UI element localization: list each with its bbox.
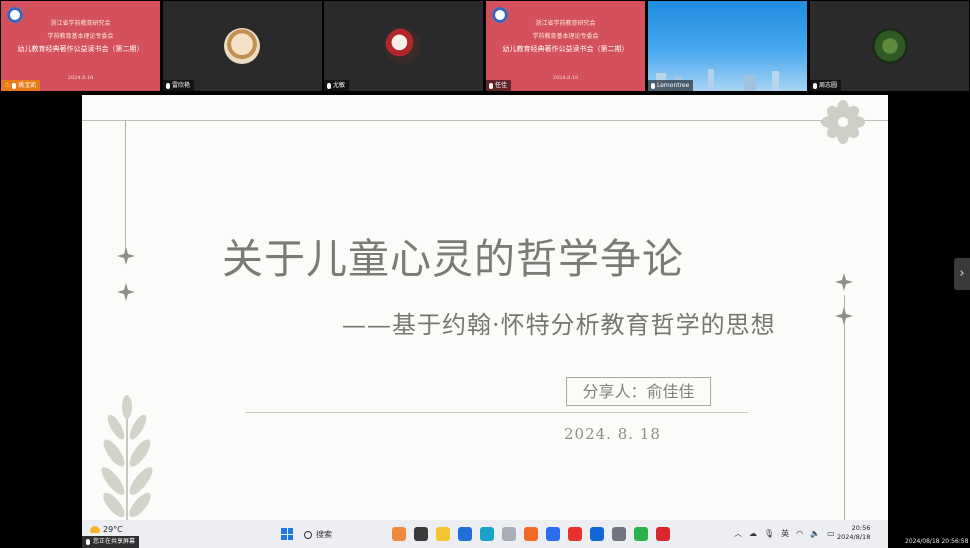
meeting-icon[interactable] <box>546 527 560 541</box>
participant-tile-3[interactable]: 尤敏 <box>324 1 483 91</box>
participant-name: Lemontree <box>657 82 690 89</box>
banner-org-line2: 学前教育基本理论专委会 <box>47 33 114 40</box>
firefox-icon[interactable] <box>524 527 538 541</box>
participant-namebar: Lemontree <box>648 80 694 91</box>
store-icon[interactable] <box>458 527 472 541</box>
participant-strip: 浙江省学前教育研究会 学前教育基本理论专委会 幼儿教育经典著作公益读书会（第二期… <box>0 0 970 92</box>
battery-icon[interactable]: ▭ <box>827 529 835 538</box>
clock-time: 20:56 <box>851 524 871 532</box>
cloud-icon[interactable]: ☁ <box>749 529 757 538</box>
participant-name: 任佳 <box>495 82 508 89</box>
ime-indicator[interactable]: 英 <box>781 528 789 539</box>
wifi-icon[interactable]: ◠ <box>796 529 803 538</box>
banner-org-line1: 浙江省学前教育研究会 <box>535 20 596 27</box>
sparkle-icon <box>835 307 853 325</box>
participant-tile-5[interactable]: Lemontree <box>648 1 807 91</box>
mic-icon <box>813 82 817 89</box>
mic-icon <box>12 82 17 89</box>
slide-rule-top <box>82 120 888 121</box>
banner-meeting-title: 幼儿教育经典著作公益读书会（第二期） <box>502 45 629 53</box>
slide-subtitle: ——基于约翰·怀特分析教育哲学的思想 <box>342 311 776 339</box>
flower-decoration-icon <box>821 100 865 144</box>
screen-share-indicator[interactable]: 您正在共享屏幕 <box>82 536 140 548</box>
weather-widget[interactable]: 29°C <box>90 523 150 535</box>
widgets-icon[interactable] <box>392 527 406 541</box>
clock-date: 2024/8/18 <box>837 533 871 541</box>
wps-office-icon[interactable] <box>656 527 670 541</box>
avatar <box>872 28 908 64</box>
volume-icon[interactable]: 🔈 <box>810 529 820 538</box>
gear-icon[interactable] <box>612 527 626 541</box>
participant-namebar: 雷欣艳 <box>163 80 195 91</box>
recording-timestamp: 2024/08/18 20:56:58 <box>905 538 969 545</box>
settings-icon[interactable] <box>502 527 516 541</box>
slide-rule-right <box>844 295 845 520</box>
slide-rule-middle <box>246 412 748 413</box>
mic-icon <box>327 82 331 89</box>
chevron-up-icon[interactable]: ︿ <box>734 528 742 539</box>
photos-icon[interactable] <box>590 527 604 541</box>
participant-namebar: 尤敏 <box>324 80 350 91</box>
participant-namebar: 周志圆 <box>810 80 842 91</box>
participant-tile-6[interactable]: 周志圆 <box>810 1 969 91</box>
participant-name: 姚宝凯 <box>18 82 37 89</box>
taskbar-clock[interactable]: 20:56 2024/8/18 <box>837 524 870 542</box>
banner-org-line2: 学前教育基本理论专委会 <box>532 33 599 40</box>
participant-namebar: 任佳 <box>486 80 512 91</box>
mic-icon <box>86 539 90 545</box>
participant-tile-4[interactable]: 浙江省学前教育研究会 学前教育基本理论专委会 幼儿教育经典著作公益读书会（第二期… <box>486 1 645 91</box>
taskbar-apps <box>392 527 670 541</box>
mic-tray-icon[interactable]: 🎙 <box>764 529 774 538</box>
leaf-branch-decoration-icon <box>101 395 153 520</box>
search-icon <box>304 530 312 539</box>
wps-icon[interactable] <box>568 527 582 541</box>
screen-share-label: 您正在共享屏幕 <box>93 538 136 545</box>
presenter-box: 分享人：俞佳佳 <box>566 377 711 406</box>
participant-tile-2[interactable]: 雷欣艳 <box>163 1 322 91</box>
avatar <box>224 28 260 64</box>
participant-name: 尤敏 <box>333 82 346 89</box>
mic-icon <box>489 82 493 89</box>
banner-org-line1: 浙江省学前教育研究会 <box>50 20 111 27</box>
mic-icon <box>651 82 655 89</box>
shared-slide: 关于儿童心灵的哲学争论 ——基于约翰·怀特分析教育哲学的思想 分享人：俞佳佳 2… <box>82 95 888 520</box>
participant-name: 雷欣艳 <box>172 82 191 89</box>
warning-icon: ⚠ <box>4 81 11 89</box>
system-tray: ︿ ☁ 🎙 英 ◠ 🔈 ▭ <box>734 528 835 539</box>
file-explorer-icon[interactable] <box>436 527 450 541</box>
slide-title: 关于儿童心灵的哲学争论 <box>222 235 684 283</box>
search-label: 搜索 <box>316 530 332 539</box>
wechat-icon[interactable] <box>634 527 648 541</box>
participant-tile-1[interactable]: 浙江省学前教育研究会 学前教育基本理论专委会 幼儿教育经典著作公益读书会（第二期… <box>1 1 160 91</box>
slide-date: 2024. 8. 18 <box>564 425 661 443</box>
taskbar: 29°C 您正在共享屏幕 搜索 ︿ ☁ 🎙 英 ◠ 🔈 ▭ 20:56 2024… <box>82 520 888 548</box>
taskbar-search[interactable]: 搜索 <box>304 529 332 540</box>
participant-name: 周志圆 <box>819 82 838 89</box>
temperature-label: 29°C <box>103 524 123 534</box>
task-view-icon[interactable] <box>414 527 428 541</box>
windows-start-icon[interactable] <box>281 528 293 540</box>
next-page-button[interactable]: › <box>954 258 970 290</box>
edge-icon[interactable] <box>480 527 494 541</box>
sparkle-icon <box>117 283 135 301</box>
sparkle-icon <box>835 273 853 291</box>
participant-namebar: ⚠ 姚宝凯 <box>1 80 41 91</box>
weather-icon <box>90 525 100 533</box>
sparkle-icon <box>117 247 135 265</box>
mic-icon <box>166 82 170 89</box>
slide-rule-left <box>125 120 126 255</box>
banner-meeting-title: 幼儿教育经典著作公益读书会（第二期） <box>17 45 144 53</box>
avatar <box>385 28 421 64</box>
